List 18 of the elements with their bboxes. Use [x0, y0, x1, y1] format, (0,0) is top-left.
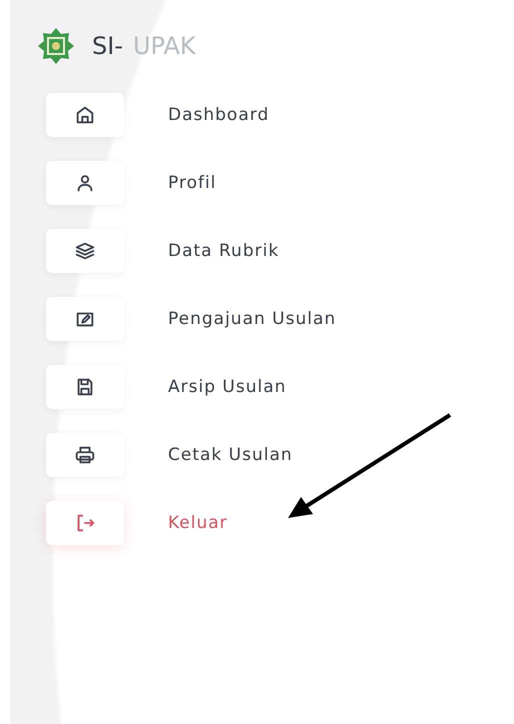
menu-item[interactable]: Pengajuan Usulan	[168, 309, 336, 329]
menu-icon-button[interactable]	[46, 433, 124, 477]
menu-item[interactable]: Data Rubrik	[168, 241, 280, 261]
layers-icon	[74, 240, 96, 262]
app-title-suffix: UPAK	[132, 32, 196, 60]
menu-item[interactable]: Profil	[168, 173, 216, 193]
menu-icon-button[interactable]	[46, 229, 124, 273]
home-icon	[74, 104, 96, 126]
menu-item[interactable]: Dashboard	[168, 105, 270, 125]
menu-item[interactable]: Arsip Usulan	[168, 377, 286, 397]
printer-icon	[74, 444, 96, 466]
app-title: SI-	[92, 32, 123, 60]
menu-icon-button[interactable]	[46, 365, 124, 409]
menu-icon-button[interactable]	[46, 297, 124, 341]
menu-item[interactable]: Keluar	[168, 513, 228, 533]
menu-item[interactable]: Cetak Usulan	[168, 445, 293, 465]
logo-icon	[36, 26, 76, 66]
menu-icon-button[interactable]	[46, 93, 124, 137]
